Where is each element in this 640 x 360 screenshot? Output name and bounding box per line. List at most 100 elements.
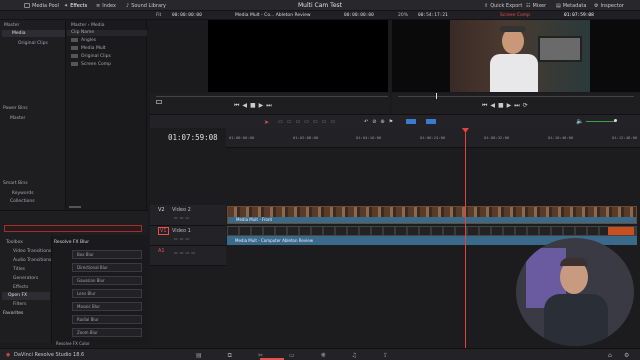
effect-item[interactable]: Gaussian Blur: [72, 276, 142, 285]
clip-a1-name: Media Mult - Computer Ableton Review: [235, 238, 314, 243]
mixer-icon: ☷: [526, 2, 531, 9]
webcam-person-body: [544, 294, 608, 346]
track-controls-v1[interactable]: ▭▭▭: [174, 236, 191, 241]
clip-v2-name: Media Mult - Front: [236, 217, 273, 222]
list-item[interactable]: Original Clips: [81, 54, 111, 59]
program-scrub-head[interactable]: [436, 93, 437, 99]
tab-media-pool[interactable]: Media Pool: [24, 2, 59, 9]
track-name-v1: Video 1: [172, 228, 191, 234]
settings-icon[interactable]: ⚙: [624, 352, 629, 359]
tab-effects[interactable]: ✦ Effects: [64, 2, 87, 9]
favorites-header: Favorites: [3, 311, 24, 316]
page-tabs[interactable]: ▤⧉✂▭❋♫⇪: [196, 352, 414, 360]
ruler-tick: 01:12:48:00: [612, 135, 638, 140]
volume-knob[interactable]: [614, 119, 617, 122]
volume-icon[interactable]: 🔈: [576, 118, 583, 125]
category-open-fx-row[interactable]: Open FX: [2, 292, 50, 300]
webcam-person-hair: [560, 258, 588, 266]
category-generators[interactable]: Generators: [13, 276, 38, 281]
tab-index[interactable]: ≡ Index: [96, 2, 116, 9]
effects-search-bar: [0, 210, 148, 235]
program-duration: 00:54:17:21: [418, 13, 448, 18]
monitor-icon[interactable]: [156, 100, 162, 104]
clip-v2-thumbnails: [228, 207, 636, 217]
track-controls-a1[interactable]: ▭▭▭▭: [174, 250, 197, 255]
smart-bin-keywords[interactable]: Keywords: [12, 191, 34, 196]
program-scrubber[interactable]: [398, 96, 634, 97]
flag-marker-tools[interactable]: [406, 119, 436, 124]
track-code-v2: V2: [158, 207, 165, 213]
category-toolbox[interactable]: Toolbox: [6, 240, 23, 245]
quick-export-button[interactable]: ⇪ Quick Export: [484, 2, 522, 9]
category-audio-transitions[interactable]: Audio Transitions: [13, 258, 51, 263]
clip-v1-thumbnails: [228, 227, 636, 235]
bin-original-clips[interactable]: Original Clips: [18, 41, 48, 46]
smart-bins-header: Smart Bins: [3, 181, 28, 186]
ruler-tick: 01:08:32:00: [484, 135, 510, 140]
list-item[interactable]: Media Mult: [81, 46, 106, 51]
effect-item[interactable]: Mosaic Blur: [72, 302, 142, 311]
track-code-v1: V1: [158, 227, 169, 235]
timeline-toolbar: ➤ ▭▭▭▭▭▭▭ ↶⊘⊕⚑ 🔈: [150, 114, 640, 128]
track-name-v2: Video 2: [172, 207, 191, 213]
program-play-controls[interactable]: ⏮◀■▶⏭⟳: [482, 102, 531, 110]
tab-sound-library[interactable]: ♪ Sound Library: [126, 2, 166, 9]
power-bin-master[interactable]: Master: [10, 116, 25, 121]
webcam-overlay: [516, 238, 634, 346]
track-header-v2[interactable]: V2 Video 2 ▭▭▭: [150, 205, 226, 226]
source-play-controls[interactable]: ⏮◀■▶⏭: [234, 102, 275, 110]
edit-tools[interactable]: ▭▭▭▭▭▭▭: [278, 119, 339, 125]
smart-bin-collections[interactable]: Collections: [10, 199, 35, 204]
track-header-a1[interactable]: A1 ▭▭▭▭: [150, 246, 226, 266]
track-header-v1[interactable]: V1 Video 1 ▭▭▭: [150, 226, 226, 246]
effect-item[interactable]: Radial Blur: [72, 315, 142, 324]
inspector-icon: ⚙: [594, 2, 599, 9]
ruler-tick: 01:02:08:00: [293, 135, 319, 140]
effects-search-input[interactable]: [4, 225, 142, 232]
list-item[interactable]: Angles: [81, 38, 96, 43]
index-icon: ≡: [96, 2, 101, 9]
playhead[interactable]: [465, 128, 466, 350]
volume-slider[interactable]: [586, 121, 616, 122]
tab-metadata[interactable]: ▤ Metadata: [556, 2, 586, 9]
track-code-a1: A1: [158, 248, 165, 254]
sound-library-icon: ♪: [126, 2, 130, 9]
snap-link-tools[interactable]: ↶⊘⊕⚑: [364, 119, 397, 125]
effects-next-section: Resolve FX Color: [56, 341, 90, 346]
viewer-header-bar: Fit 00:00:00:00 Media Mult - Co... Ablet…: [0, 11, 640, 20]
selection-tool-icon[interactable]: ➤: [264, 119, 269, 126]
brand-label: DaVinci Resolve Studio 18.6: [14, 352, 85, 358]
ruler-tick: 01:00:00:00: [229, 135, 255, 140]
category-video-transitions[interactable]: Video Transitions: [13, 249, 51, 254]
tab-inspector[interactable]: ⚙ Inspector: [594, 2, 624, 9]
program-comp-label[interactable]: Screen Comp: [500, 13, 530, 18]
effect-item[interactable]: Lens Blur: [72, 289, 142, 298]
bin-master[interactable]: Master: [4, 23, 19, 28]
program-zoom[interactable]: 20%: [398, 13, 408, 18]
track-controls-v2[interactable]: ▭▭▭: [174, 215, 191, 220]
top-toolbar: Media Pool ✦ Effects ≡ Index ♪ Sound Librar…: [0, 0, 640, 11]
list-item[interactable]: Screen Comp: [81, 62, 111, 67]
effect-item[interactable]: Zoom Blur: [72, 328, 142, 337]
source-scrubber[interactable]: [156, 96, 388, 97]
effect-item[interactable]: Directional Blur: [72, 263, 142, 272]
category-effects[interactable]: Effects: [13, 285, 28, 290]
ruler-tick: 01:04:16:00: [356, 135, 382, 140]
tab-mixer[interactable]: ☷ Mixer: [526, 2, 546, 9]
metadata-icon: ▤: [556, 2, 561, 9]
list-scrollbar[interactable]: [69, 206, 81, 208]
bin-media-row[interactable]: Media: [2, 30, 65, 37]
clip-v1[interactable]: [227, 226, 637, 236]
bin-media: Media: [12, 31, 26, 36]
effect-item[interactable]: Box Blur: [72, 250, 142, 259]
ruler-tick: 01:10:40:00: [548, 135, 574, 140]
source-viewer[interactable]: [208, 20, 388, 92]
timeline-ruler[interactable]: 01:00:00:00 01:02:08:00 01:04:16:00 01:0…: [226, 128, 640, 148]
clip-v2[interactable]: Media Mult - Front: [227, 206, 637, 224]
source-fit-dropdown[interactable]: Fit: [156, 13, 161, 18]
program-viewer[interactable]: [450, 20, 590, 92]
category-filters[interactable]: Filters: [13, 302, 27, 307]
category-titles[interactable]: Titles: [13, 267, 25, 272]
clip-list-header[interactable]: Clip Name: [67, 30, 147, 36]
home-icon[interactable]: ⌂: [608, 352, 612, 359]
